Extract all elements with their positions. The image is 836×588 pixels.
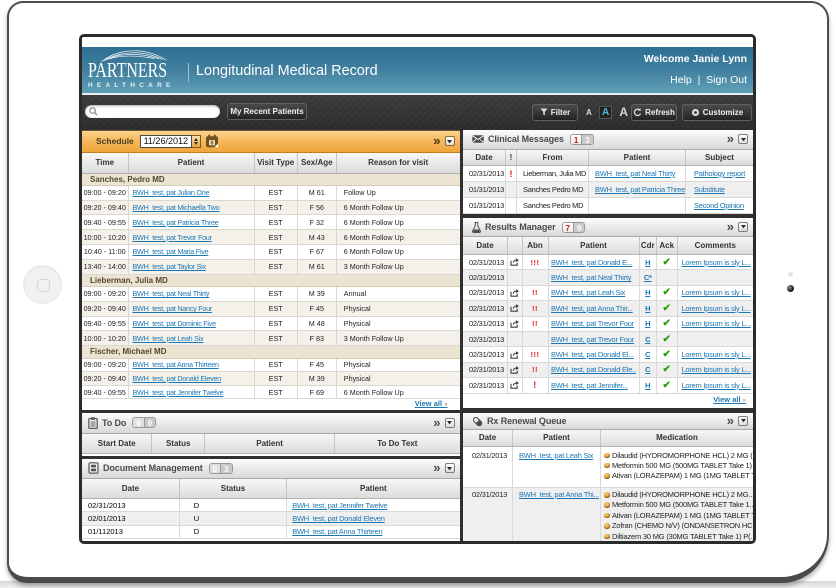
svg-text:8: 8	[210, 141, 213, 147]
